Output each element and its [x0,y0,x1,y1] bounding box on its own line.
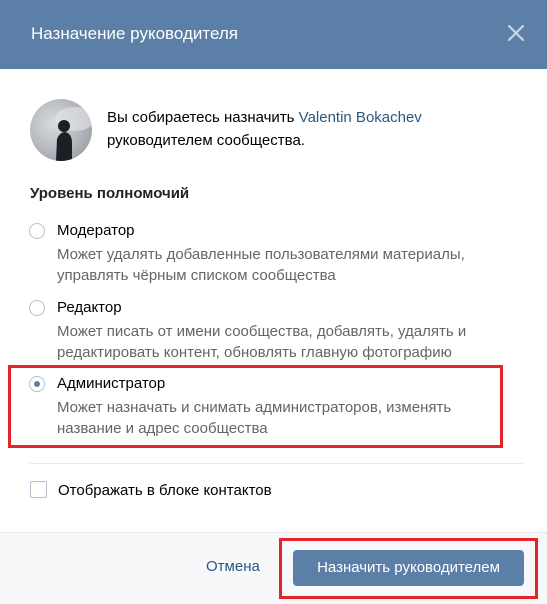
highlight-frame-administrator [8,365,503,448]
dialog-title: Назначение руководителя [31,24,238,43]
option-description: Может писать от имени сообщества, добавл… [57,323,467,361]
divider [30,463,523,464]
avatar [30,99,92,161]
radio-editor[interactable] [29,300,45,316]
intro-prefix: Вы собираетесь назначить [107,109,299,126]
contacts-checkbox-label[interactable]: Отображать в блоке контактов [58,482,272,499]
option-title: Редактор [57,299,122,316]
permissions-title: Уровень полномочий [30,185,190,202]
option-title: Модератор [57,222,135,239]
highlight-frame-submit [279,538,538,599]
intro-text: Вы собираетесь назначить Valentin Bokach… [107,106,507,152]
cancel-button[interactable]: Отмена [206,558,260,575]
contacts-checkbox[interactable] [30,481,47,498]
user-link[interactable]: Valentin Bokachev [299,109,422,126]
dialog-header: Назначение руководителя [0,0,547,69]
close-icon[interactable] [505,22,527,44]
option-description: Может удалять добавленные пользователями… [57,246,465,284]
radio-moderator[interactable] [29,223,45,239]
intro-suffix: руководителем сообщества. [107,132,305,149]
